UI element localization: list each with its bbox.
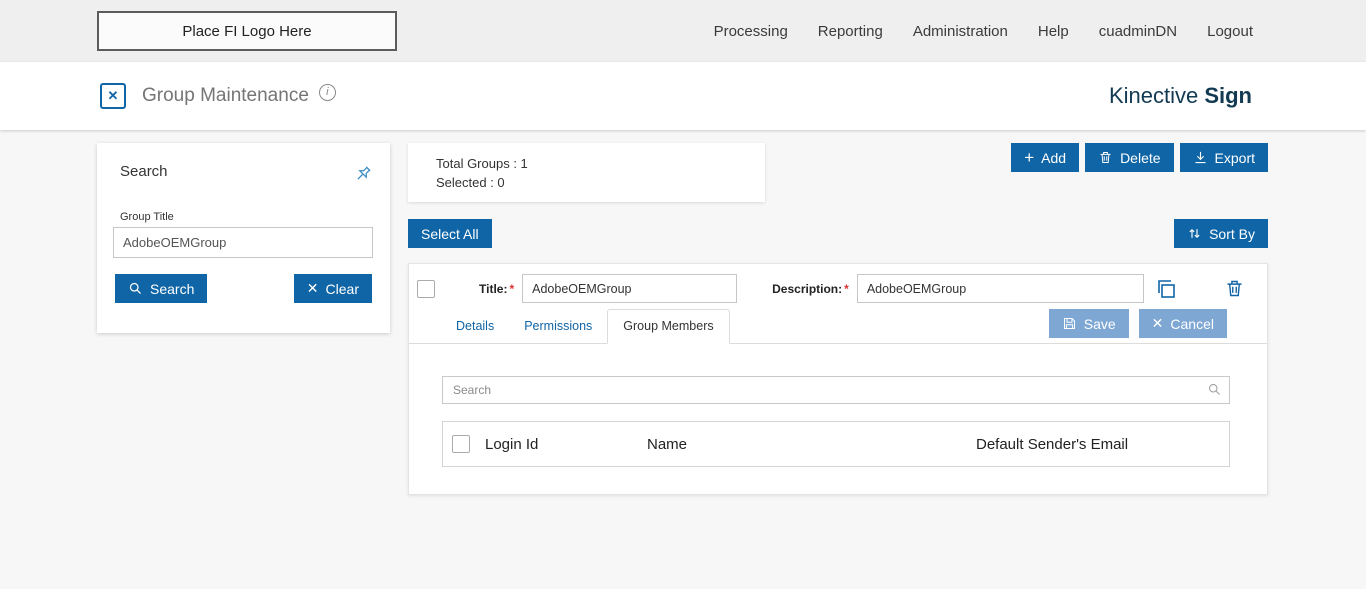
column-login-id: Login Id — [485, 435, 539, 453]
group-row-card: Title:* Description:* — [408, 263, 1268, 495]
required-asterisk: * — [509, 281, 515, 296]
top-bar: Place FI Logo Here Processing Reporting … — [0, 0, 1366, 62]
brand-bold: Sign — [1204, 83, 1252, 108]
nav-help[interactable]: Help — [1038, 23, 1069, 40]
tab-group-members[interactable]: Group Members — [607, 309, 730, 344]
tab-details[interactable]: Details — [441, 310, 509, 343]
sort-arrows-icon — [1189, 228, 1200, 239]
title-label: Title: * — [479, 281, 515, 296]
select-all-button[interactable]: Select All — [408, 219, 492, 248]
sort-by-label: Sort By — [1209, 225, 1255, 242]
export-button-label: Export — [1214, 149, 1255, 166]
column-default-senders-email: Default Sender's Email — [976, 435, 1129, 453]
nav-user-cuadmindn[interactable]: cuadminDN — [1099, 23, 1177, 40]
cancel-button-label: Cancel — [1170, 315, 1214, 332]
nav-processing[interactable]: Processing — [714, 23, 788, 40]
nav-logout[interactable]: Logout — [1207, 23, 1253, 40]
description-label: Description: * — [772, 281, 849, 296]
search-button-label: Search — [150, 280, 195, 297]
save-button[interactable]: Save — [1048, 309, 1129, 338]
delete-button[interactable]: Delete — [1085, 143, 1174, 172]
page-title: Group Maintenance — [142, 85, 309, 106]
sort-by-button[interactable]: Sort By — [1174, 219, 1268, 248]
copy-button[interactable] — [1154, 277, 1178, 301]
save-cancel-group: Save ✕ Cancel — [1048, 309, 1227, 338]
trash-icon — [1227, 280, 1242, 297]
members-table-header: Login Id Name Default Sender's Email — [442, 421, 1230, 467]
row-delete-button[interactable] — [1224, 278, 1245, 299]
cancel-button[interactable]: ✕ Cancel — [1138, 309, 1227, 338]
group-tabs: Details Permissions Group Members Save ✕… — [409, 309, 1267, 344]
save-button-label: Save — [1083, 315, 1116, 332]
brand-logo: Kinective Sign — [1109, 83, 1252, 109]
clear-x-icon: ✕ — [306, 280, 319, 296]
group-title-field[interactable] — [522, 274, 738, 303]
page-header: ✕ Group Maintenance i Kinective Sign — [0, 62, 1366, 130]
group-title-label: Group Title — [120, 211, 174, 223]
export-button[interactable]: Export — [1179, 143, 1268, 172]
select-all-label: Select All — [421, 225, 479, 242]
members-search-input[interactable] — [442, 376, 1230, 404]
required-asterisk: * — [844, 281, 849, 296]
clear-button[interactable]: ✕ Clear — [293, 274, 372, 303]
select-all-members-checkbox[interactable] — [452, 435, 470, 453]
summary-box: Total Groups : 1 Selected : 0 — [408, 143, 765, 202]
download-icon — [1195, 151, 1206, 164]
fi-logo-text: Place FI Logo Here — [182, 22, 312, 40]
nav-reporting[interactable]: Reporting — [818, 23, 883, 40]
add-button[interactable]: + Add — [1011, 143, 1080, 172]
group-row-checkbox[interactable] — [417, 279, 435, 298]
delete-button-label: Delete — [1120, 149, 1161, 166]
save-icon — [1063, 318, 1075, 329]
add-button-label: Add — [1041, 149, 1067, 166]
copy-icon — [1158, 279, 1175, 298]
nav-administration[interactable]: Administration — [913, 23, 1008, 40]
search-panel: Search Group Title Search ✕ Clear — [97, 143, 390, 333]
group-description-field[interactable] — [856, 274, 1144, 303]
main-content: Search Group Title Search ✕ Clear — [0, 130, 1366, 589]
group-members-panel: Login Id Name Default Sender's Email — [409, 344, 1267, 467]
pin-icon[interactable] — [352, 163, 374, 185]
toolbar: + Add Delete Export — [1011, 143, 1268, 172]
group-title-input[interactable] — [113, 227, 373, 258]
column-name: Name — [647, 435, 688, 453]
cancel-x-icon: ✕ — [1151, 315, 1164, 331]
search-icon — [129, 282, 141, 294]
total-groups-text: Total Groups : 1 — [436, 156, 528, 171]
tab-permissions[interactable]: Permissions — [509, 310, 607, 343]
search-button[interactable]: Search — [115, 274, 208, 303]
search-panel-title: Search — [120, 163, 168, 180]
results-area: Total Groups : 1 Selected : 0 + Add Dele… — [408, 143, 1268, 495]
selected-count-text: Selected : 0 — [436, 175, 505, 190]
info-icon[interactable]: i — [318, 83, 336, 101]
plus-icon: + — [1024, 148, 1035, 167]
trash-icon — [1100, 152, 1111, 163]
group-maintenance-icon: ✕ — [100, 83, 126, 109]
top-nav: Processing Reporting Administration Help… — [714, 23, 1253, 40]
clear-button-label: Clear — [325, 280, 359, 297]
fi-logo-placeholder: Place FI Logo Here — [97, 11, 397, 51]
brand-regular: Kinective — [1108, 83, 1205, 108]
group-fields-row: Title:* Description:* — [409, 264, 1267, 303]
search-icon — [1207, 382, 1222, 402]
